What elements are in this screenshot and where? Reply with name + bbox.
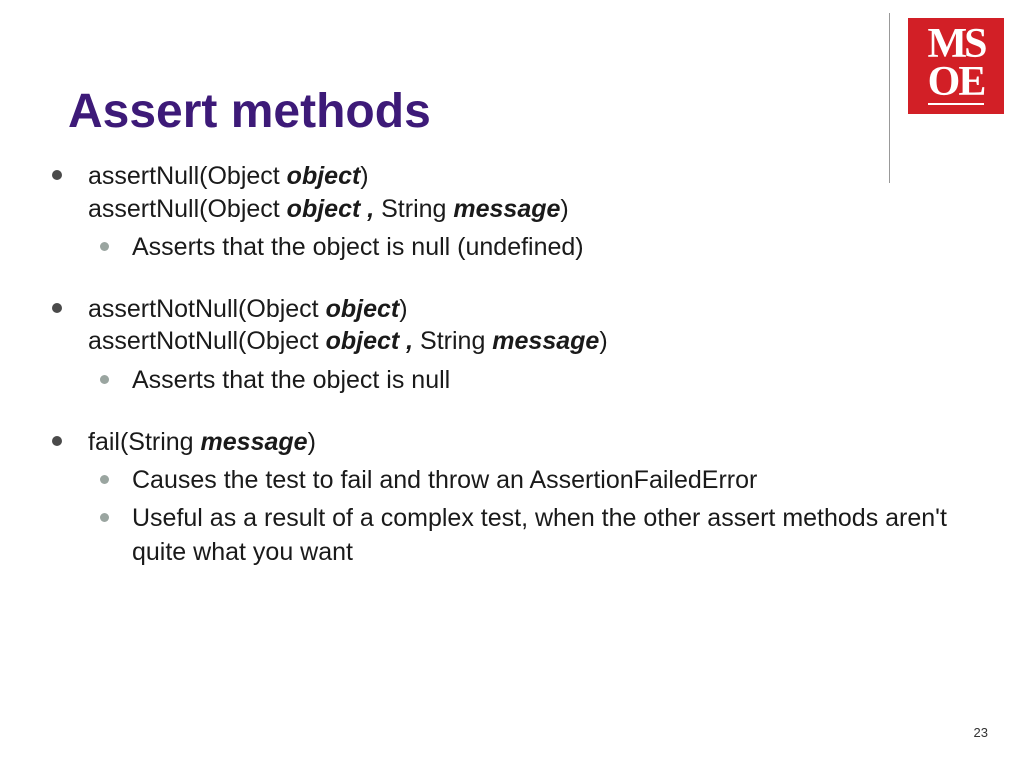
sub-item: Useful as a result of a complex test, wh… [88,502,974,570]
method-sig: assertNull(Object object) [88,162,369,190]
sub-list: Asserts that the object is null [88,364,974,398]
logo-area: MS OE [889,18,1004,183]
slide-title: Assert methods [68,84,431,139]
sub-item: Causes the test to fail and throw an Ass… [88,464,974,498]
sub-item: Asserts that the object is null (undefin… [88,231,974,265]
bullet-item: assertNull(Object object) assertNull(Obj… [44,160,974,265]
method-sig: assertNotNull(Object object , String mes… [88,327,608,355]
bullet-item: fail(String message) Causes the test to … [44,426,974,570]
bullet-item: assertNotNull(Object object) assertNotNu… [44,293,974,398]
method-sig: assertNotNull(Object object) [88,295,408,323]
sub-item: Asserts that the object is null [88,364,974,398]
page-number: 23 [974,725,988,740]
method-sig: assertNull(Object object , String messag… [88,195,569,223]
logo-line-1: MS [928,27,985,63]
sub-list: Asserts that the object is null (undefin… [88,231,974,265]
logo-divider [889,13,890,183]
logo-line-2: OE [928,63,985,105]
method-sig: fail(String message) [88,428,316,456]
bullet-list: assertNull(Object object) assertNull(Obj… [44,160,974,569]
msoe-logo: MS OE [908,18,1004,114]
sub-list: Causes the test to fail and throw an Ass… [88,464,974,569]
slide-content: assertNull(Object object) assertNull(Obj… [44,160,974,597]
